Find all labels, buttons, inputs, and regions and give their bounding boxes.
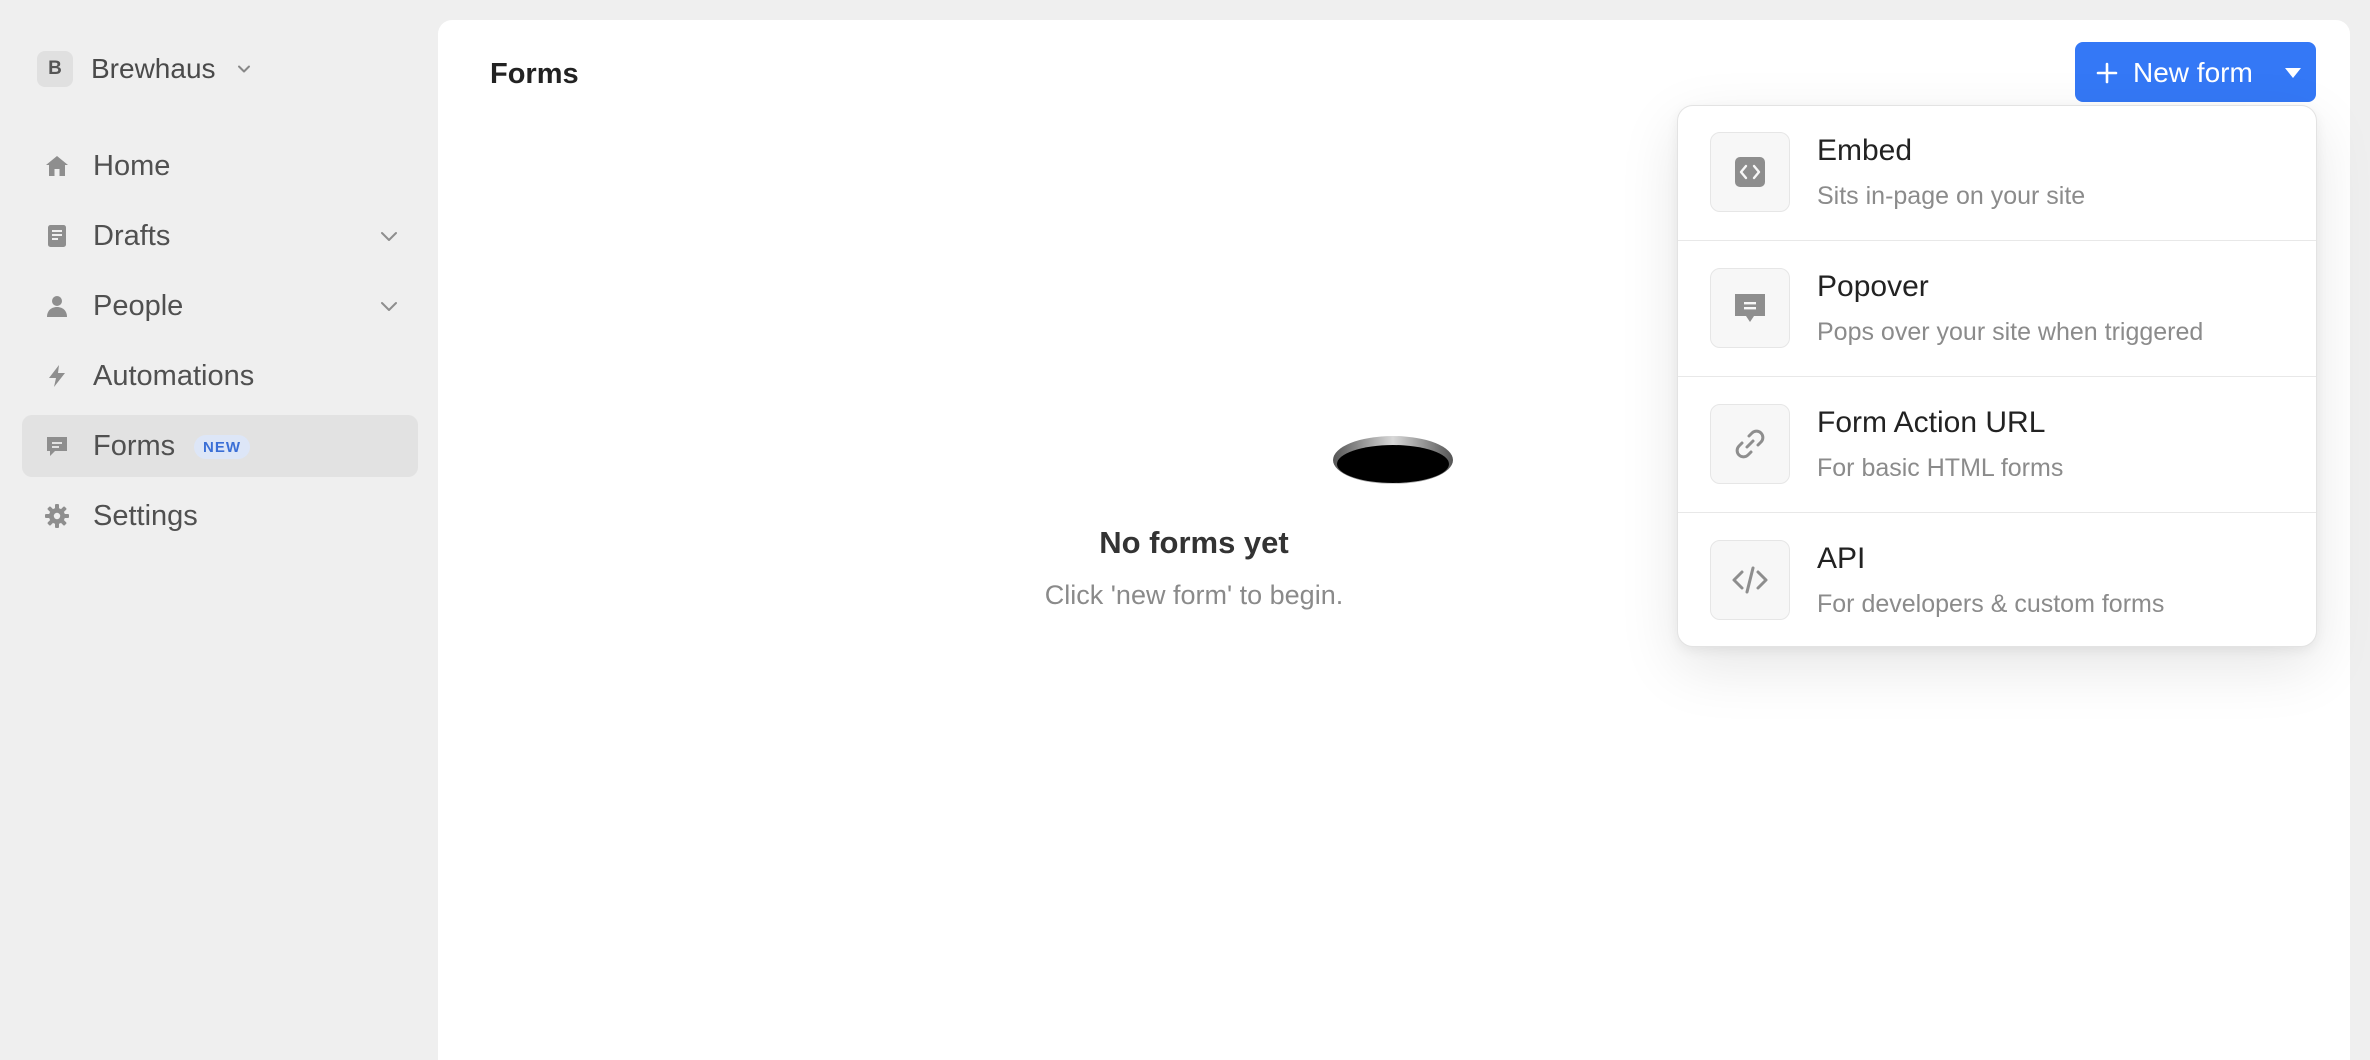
menu-item-title: Popover	[1817, 270, 1929, 303]
sidebar-item-label: People	[93, 289, 184, 322]
menu-item-description: For basic HTML forms	[1817, 454, 2064, 482]
menu-item-description: For developers & custom forms	[1817, 590, 2165, 618]
chevron-down-icon[interactable]	[378, 295, 400, 317]
menu-item-api[interactable]: API For developers & custom forms	[1678, 514, 2316, 646]
menu-item-form-action-url[interactable]: Form Action URL For basic HTML forms	[1678, 378, 2316, 513]
new-form-dropdown: Embed Sits in-page on your site Popover …	[1677, 105, 2317, 647]
sidebar-item-label: Forms	[93, 429, 176, 462]
workspace-name: Brewhaus	[91, 53, 216, 84]
menu-item-embed[interactable]: Embed Sits in-page on your site	[1678, 106, 2316, 241]
page-title: Forms	[490, 58, 579, 90]
sidebar-item-forms[interactable]: Forms NEW	[22, 415, 418, 477]
menu-item-description: Sits in-page on your site	[1817, 182, 2086, 210]
sidebar-item-automations[interactable]: Automations	[22, 345, 418, 407]
workspace-avatar: B	[37, 51, 73, 87]
sidebar-item-label: Settings	[93, 499, 198, 532]
sidebar-item-home[interactable]: Home	[22, 135, 418, 197]
sidebar-item-settings[interactable]: Settings	[22, 485, 418, 547]
lightning-icon	[44, 363, 70, 389]
chevron-down-icon	[234, 58, 256, 80]
caret-down-icon	[2284, 66, 2302, 78]
sidebar-item-drafts[interactable]: Drafts	[22, 205, 418, 267]
form-icon	[44, 433, 70, 459]
menu-item-description: Pops over your site when triggered	[1817, 318, 2204, 346]
sidebar: B Brewhaus Home Drafts People Automation…	[0, 0, 438, 1060]
code-icon	[1710, 540, 1790, 620]
embed-icon	[1710, 132, 1790, 212]
link-icon	[1710, 404, 1790, 484]
workspace-switcher[interactable]: B Brewhaus	[37, 48, 256, 90]
empty-hole-icon	[1332, 435, 1454, 485]
new-form-button[interactable]: New form	[2075, 42, 2316, 102]
menu-item-popover[interactable]: Popover Pops over your site when trigger…	[1678, 242, 2316, 377]
chat-bubble-icon	[1710, 268, 1790, 348]
gear-icon	[44, 503, 70, 529]
new-form-label: New form	[2133, 57, 2253, 88]
menu-item-title: Embed	[1817, 134, 1913, 167]
sidebar-item-label: Home	[93, 149, 171, 182]
sidebar-item-people[interactable]: People	[22, 275, 418, 337]
new-badge: NEW	[194, 435, 250, 459]
menu-item-title: API	[1817, 542, 1866, 575]
document-icon	[44, 223, 70, 249]
person-icon	[44, 293, 70, 319]
sidebar-item-label: Drafts	[93, 219, 171, 252]
chevron-down-icon[interactable]	[378, 225, 400, 247]
home-icon	[44, 153, 70, 179]
menu-item-title: Form Action URL	[1817, 406, 2046, 439]
sidebar-item-label: Automations	[93, 359, 255, 392]
plus-icon	[2095, 61, 2119, 85]
app-window: B Brewhaus Home Drafts People Automation…	[0, 0, 2370, 1060]
